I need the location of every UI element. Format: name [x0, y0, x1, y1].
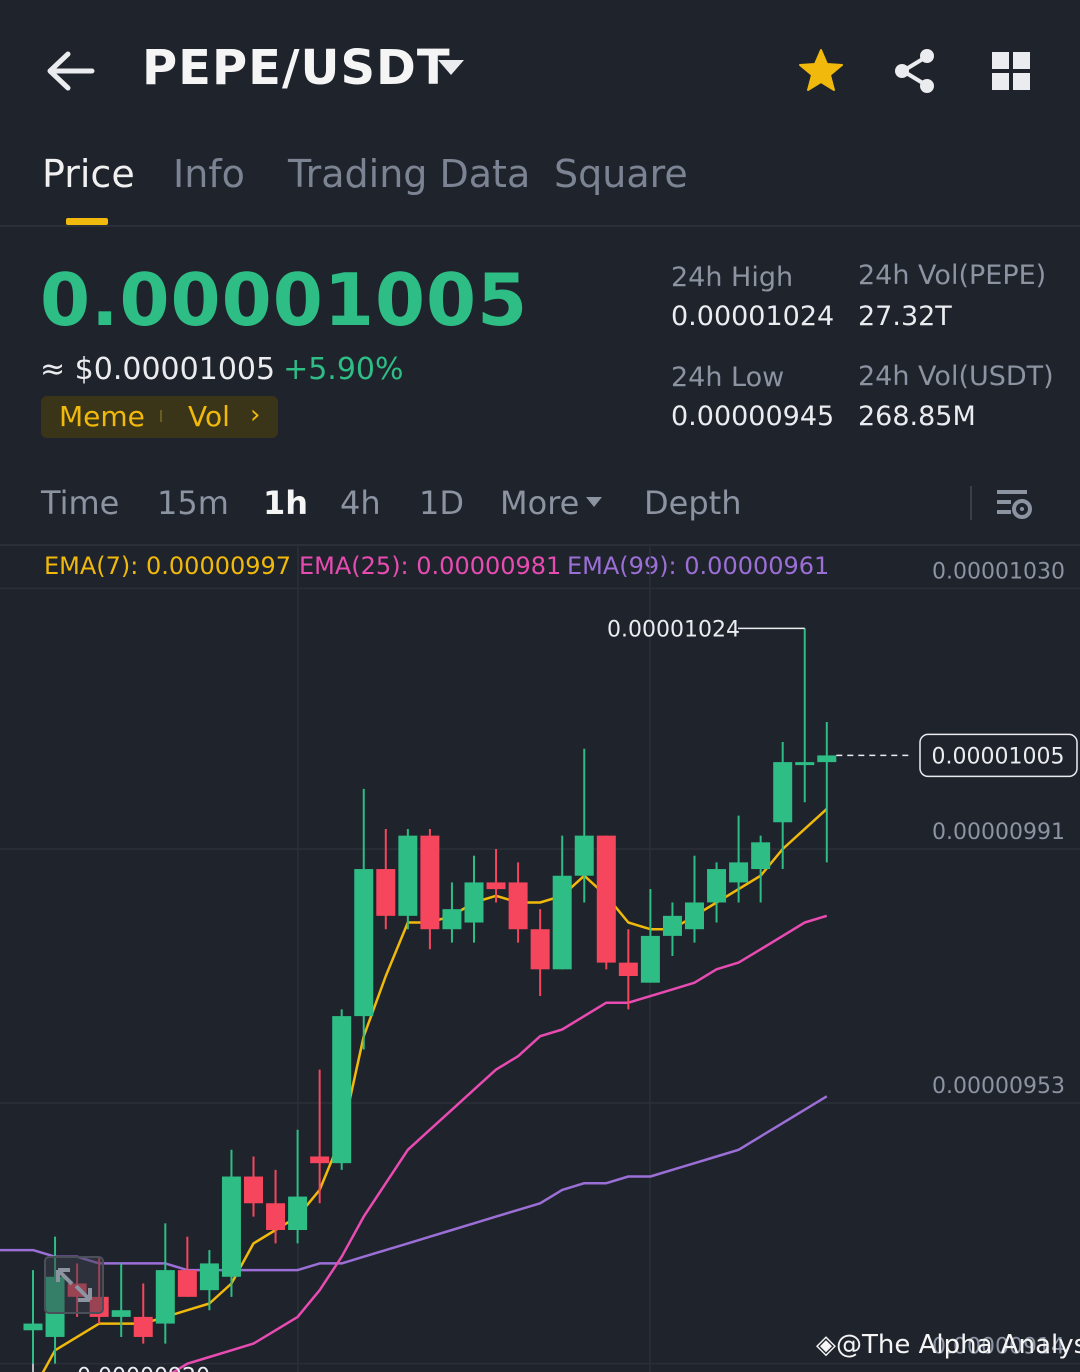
ema25-line — [171, 914, 828, 1372]
diamond-logo-icon: ◈ — [816, 1330, 836, 1360]
candle-body — [354, 869, 374, 1017]
interval-more[interactable]: More — [500, 484, 579, 522]
usd-price: ≈ $0.00001005 +5.90% — [40, 352, 404, 387]
fullscreen-icon[interactable] — [44, 1256, 104, 1314]
low-value: 0.00000945 — [671, 401, 835, 432]
caret-down-icon[interactable] — [586, 497, 602, 507]
candle-body — [376, 869, 396, 916]
candle-body — [111, 1310, 131, 1317]
usd-price-value: ≈ $0.00001005 — [40, 352, 276, 387]
change-percent: +5.90% — [283, 352, 404, 387]
tag-meme[interactable]: Meme — [59, 400, 145, 433]
vol-quote-label: 24h Vol(USDT) — [858, 361, 1054, 392]
candle-body — [618, 962, 638, 976]
chevron-right-icon[interactable]: › — [250, 400, 260, 430]
candle-body — [817, 755, 837, 763]
vol-base-value: 27.32T — [858, 301, 952, 332]
candle-body — [398, 835, 418, 916]
candle-body — [552, 875, 572, 970]
candle-body — [177, 1270, 197, 1297]
candle-body — [464, 882, 484, 923]
high-marker-label: 0.00001024 — [607, 617, 740, 642]
candle-body — [420, 835, 440, 930]
candle-body — [442, 909, 462, 930]
y-axis-label: 0.00000991 — [932, 820, 1065, 845]
vol-base-label: 24h Vol(PEPE) — [858, 260, 1047, 291]
candle-body — [244, 1176, 263, 1204]
candle-body — [685, 902, 704, 930]
pair-title[interactable]: PEPE/USDT — [142, 40, 451, 96]
active-tab-indicator — [66, 218, 108, 225]
back-arrow-icon[interactable] — [44, 48, 100, 94]
tab-info[interactable]: Info — [173, 152, 245, 196]
candle-body — [221, 1176, 241, 1277]
candle-body — [508, 882, 528, 930]
candle-body — [596, 835, 616, 963]
grid-icon[interactable] — [988, 48, 1034, 94]
watermark: ◈@The Alpha Analyst — [816, 1330, 1080, 1360]
tag-vol[interactable]: Vol — [188, 400, 230, 433]
candle-body — [266, 1203, 286, 1230]
candle-body — [707, 869, 727, 903]
last-price: 0.00001005 — [40, 258, 529, 342]
interval-1h[interactable]: 1h — [263, 484, 308, 522]
candlestick-chart[interactable]: 0.000010300.000009910.000009530.00000914… — [0, 545, 1080, 1372]
candle-body — [199, 1263, 219, 1291]
high-value: 0.00001024 — [671, 301, 835, 332]
interval-15m[interactable]: 15m — [157, 484, 229, 522]
tab-trading-data[interactable]: Trading Data — [288, 152, 530, 196]
high-label: 24h High — [671, 262, 794, 293]
interval-time[interactable]: Time — [41, 484, 119, 522]
star-icon[interactable] — [796, 46, 846, 96]
candle-body — [332, 1016, 352, 1164]
candle-body — [23, 1323, 43, 1331]
candle-body — [662, 915, 682, 936]
low-marker-label: 0.00000920 — [77, 1365, 210, 1372]
divider — [970, 486, 972, 520]
candle-body — [574, 835, 594, 876]
ema99-line — [0, 1095, 828, 1272]
depth-tab[interactable]: Depth — [644, 484, 741, 522]
candle-body — [486, 882, 506, 890]
tab-price[interactable]: Price — [42, 152, 135, 196]
tag-separator — [160, 410, 162, 422]
divider — [0, 225, 1080, 227]
candle-body — [288, 1196, 308, 1230]
candle-body — [530, 929, 550, 970]
candle-body — [751, 842, 771, 870]
y-axis-label: 0.00000953 — [932, 1074, 1065, 1099]
interval-4h[interactable]: 4h — [340, 484, 381, 522]
interval-1d[interactable]: 1D — [419, 484, 464, 522]
candle-body — [773, 762, 793, 823]
watermark-text: @The Alpha Analyst — [836, 1330, 1080, 1360]
candle-body — [310, 1156, 330, 1164]
current-price-label: 0.00001005 — [932, 744, 1065, 769]
candle-body — [729, 862, 749, 883]
candle-body — [133, 1316, 153, 1337]
vol-quote-value: 268.85M — [858, 401, 976, 432]
candle-body — [155, 1270, 175, 1324]
chart-settings-icon[interactable] — [994, 484, 1034, 524]
share-icon[interactable] — [890, 46, 940, 96]
y-axis-label: 0.00001030 — [932, 559, 1065, 584]
candle-body — [795, 762, 815, 766]
candle-body — [640, 935, 660, 983]
low-label: 24h Low — [671, 362, 785, 393]
tab-square[interactable]: Square — [554, 152, 688, 196]
caret-down-icon[interactable] — [438, 60, 464, 75]
